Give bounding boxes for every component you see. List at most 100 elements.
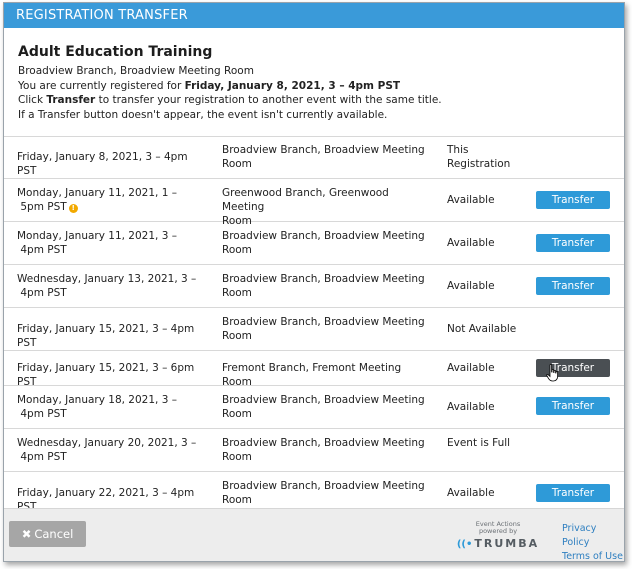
registered-text: You are currently registered for Friday,… (18, 79, 610, 94)
event-location-cell: Broadview Branch, Broadview Meeting Room (222, 436, 432, 464)
event-status: Available (447, 486, 532, 500)
event-location-line1: Broadview Branch, Broadview Meeting (222, 230, 425, 242)
transfer-button[interactable]: Transfer (536, 191, 610, 209)
close-icon: ✖ (21, 527, 32, 541)
event-location-line2: Room (222, 158, 252, 170)
availability-note: If a Transfer button doesn't appear, the… (18, 108, 388, 121)
registration-transfer-dialog: REGISTRATION TRANSFER Adult Education Tr… (3, 2, 625, 562)
footer-links: Privacy Policy Terms of Use (562, 522, 624, 561)
event-location-line2: Room (222, 330, 252, 342)
transfer-button[interactable]: Transfer (536, 484, 610, 502)
trumba-logo: Event Actions powered by ((• TRUMBA (454, 521, 542, 551)
event-location-cell: Broadview Branch, Broadview Meeting Room (222, 143, 432, 171)
trumba-brand: ((• TRUMBA (454, 537, 542, 550)
event-status: Event is Full (447, 436, 532, 450)
event-action: Transfer (536, 234, 610, 252)
event-status-line1: Available (447, 401, 495, 413)
event-date-line1: Wednesday, January 20, 2021, 3 – (17, 437, 197, 449)
event-row: Wednesday, January 20, 2021, 3 – 4pm PST… (4, 429, 624, 472)
event-status-line1: Available (447, 280, 495, 292)
event-status: Available (447, 400, 532, 414)
privacy-policy-link[interactable]: Privacy Policy (562, 522, 624, 550)
wave-icon: ((• (456, 539, 473, 550)
event-row: Monday, January 11, 2021, 1 – 5pm PST! G… (4, 179, 624, 227)
event-title: Adult Education Training (18, 44, 213, 60)
event-status-line1: Not Available (447, 323, 517, 335)
event-location-line2: Room (222, 244, 252, 256)
transfer-button[interactable]: Transfer (536, 234, 610, 252)
event-location-line1: Broadview Branch, Broadview Meeting (222, 273, 425, 285)
instruction-suffix: to transfer your registration to another… (95, 94, 442, 106)
event-date-line1: Monday, January 11, 2021, 1 – (17, 187, 177, 199)
event-list: Friday, January 8, 2021, 3 – 4pm PST Bro… (4, 136, 624, 513)
registered-prefix: You are currently registered for (18, 79, 185, 92)
event-status-line1: Available (447, 362, 495, 374)
event-action: Transfer (536, 484, 610, 502)
event-status: Available (447, 193, 532, 207)
instruction-prefix: Click (18, 94, 47, 106)
event-status-line1: Available (447, 237, 495, 249)
event-date-line2: 4pm PST (20, 451, 67, 463)
event-date-line1: Friday, January 8, 2021, 3 – 4pm PST (17, 151, 188, 177)
event-row: Friday, January 8, 2021, 3 – 4pm PST Bro… (4, 137, 624, 179)
event-location-line1: Broadview Branch, Broadview Meeting (222, 144, 425, 156)
event-status-line2: Registration (447, 158, 511, 170)
brand-text: TRUMBA (474, 537, 540, 550)
event-location-cell: Broadview Branch, Broadview Meeting Room (222, 315, 432, 343)
warning-icon[interactable]: ! (68, 204, 78, 213)
event-location-line2: Room (222, 494, 252, 506)
event-action: Transfer (536, 191, 610, 209)
powered-line2: powered by (478, 527, 518, 535)
event-row: Friday, January 15, 2021, 3 – 4pm PST Br… (4, 308, 624, 351)
event-date-line2: 4pm PST (20, 244, 67, 256)
event-location-line1: Greenwood Branch, Greenwood Meeting (222, 187, 389, 213)
cancel-label: Cancel (34, 527, 74, 541)
event-location-line1: Broadview Branch, Broadview Meeting (222, 316, 425, 328)
event-date-line1: Monday, January 18, 2021, 3 – (17, 394, 177, 406)
event-status: Available (447, 279, 532, 293)
event-status-line1: This (447, 144, 469, 156)
event-date: Wednesday, January 20, 2021, 3 – 4pm PST (17, 436, 207, 464)
event-date-line1: Friday, January 15, 2021, 3 – 6pm PST (17, 362, 195, 388)
event-location-cell: Broadview Branch, Broadview Meeting Room (222, 393, 432, 421)
transfer-button[interactable]: Transfer (536, 397, 610, 415)
event-action: Transfer (536, 277, 610, 295)
event-info: Adult Education Training Broadview Branc… (4, 28, 624, 132)
event-date: Monday, January 11, 2021, 3 – 4pm PST (17, 229, 207, 257)
registered-date: Friday, January 8, 2021, 3 – 4pm PST (184, 79, 401, 92)
event-date-line1: Friday, January 15, 2021, 3 – 4pm PST (17, 323, 195, 349)
event-status: Available (447, 361, 532, 375)
event-row: Friday, January 22, 2021, 3 – 4pm PST Br… (4, 472, 624, 513)
event-location-cell: Broadview Branch, Broadview Meeting Room (222, 229, 432, 257)
event-location-line2: Room (222, 408, 252, 420)
event-location-line1: Broadview Branch, Broadview Meeting (222, 394, 425, 406)
event-row: Monday, January 11, 2021, 3 – 4pm PST Br… (4, 222, 624, 265)
event-date-line1: Wednesday, January 13, 2021, 3 – (17, 273, 197, 285)
event-action: Transfer (536, 397, 610, 415)
event-status: Not Available (447, 322, 532, 336)
event-date-line2: 5pm PST (20, 201, 67, 213)
event-date: Friday, January 8, 2021, 3 – 4pm PST (17, 150, 207, 178)
event-location-line2: Room (222, 287, 252, 299)
event-date: Friday, January 15, 2021, 3 – 6pm PST (17, 361, 207, 389)
event-row: Monday, January 18, 2021, 3 – 4pm PST Br… (4, 386, 624, 429)
event-status: This Registration (447, 143, 532, 171)
event-location-cell: Fremont Branch, Fremont Meeting Room (222, 361, 432, 389)
transfer-button[interactable]: Transfer (536, 277, 610, 295)
event-location-cell: Broadview Branch, Broadview Meeting Room (222, 479, 432, 507)
terms-of-use-link[interactable]: Terms of Use (562, 550, 624, 561)
event-date-line2: 4pm PST (20, 408, 67, 420)
event-date-line2: 4pm PST (20, 287, 67, 299)
dialog-footer: ✖ Cancel Event Actions powered by ((• TRUM… (4, 508, 624, 561)
event-status: Available (447, 236, 532, 250)
event-date: Monday, January 18, 2021, 3 – 4pm PST (17, 393, 207, 421)
cancel-button[interactable]: ✖ Cancel (9, 521, 86, 547)
event-location-line2: Room (222, 451, 252, 463)
instruction-bold: Transfer (46, 94, 96, 106)
event-location: Broadview Branch, Broadview Meeting Room (18, 65, 254, 77)
event-location-line1: Broadview Branch, Broadview Meeting (222, 437, 425, 449)
event-date: Monday, January 11, 2021, 1 – 5pm PST! (17, 186, 207, 214)
event-date: Wednesday, January 13, 2021, 3 – 4pm PST (17, 272, 207, 300)
dialog-title: REGISTRATION TRANSFER (4, 3, 624, 28)
instruction-text: Click Transfer to transfer your registra… (18, 93, 610, 108)
